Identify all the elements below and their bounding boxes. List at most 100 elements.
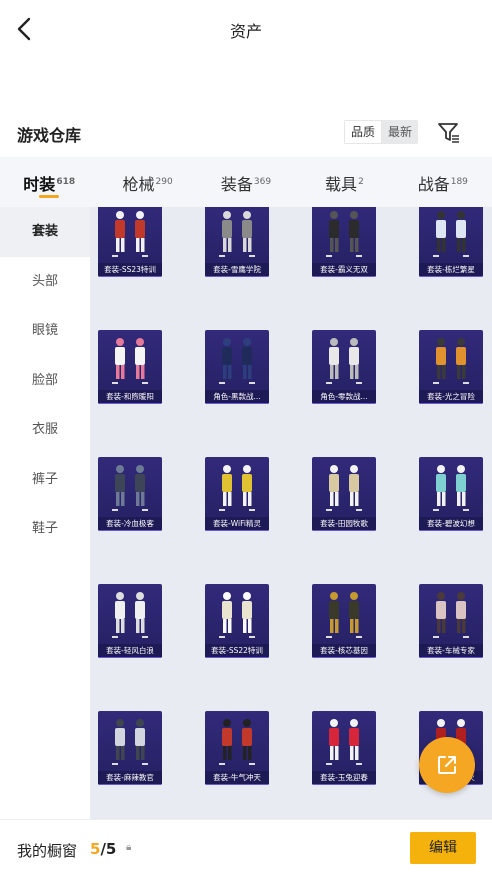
share-icon: [438, 756, 456, 774]
tab-count: 2: [358, 177, 364, 187]
tab-label: 装备: [220, 175, 253, 194]
tab-combat-gear[interactable]: 战备189: [394, 157, 492, 207]
tab-firearms[interactable]: 枪械290: [98, 157, 196, 207]
outfit-preview-icon: [112, 592, 148, 638]
item-card-label: 套装-栋烂繁星: [419, 263, 483, 277]
item-card[interactable]: 套装-霸义无双: [312, 207, 376, 277]
category-tabs: 时装618 枪械290 装备369 载具2 战备189: [0, 157, 492, 207]
item-card-label: 套装-玉兔迎春: [312, 771, 376, 785]
sort-newest-option[interactable]: 最新: [382, 120, 419, 144]
outfit-preview-icon: [326, 211, 362, 257]
item-card-accent: [312, 276, 376, 277]
sort-quality-option[interactable]: 品质: [344, 120, 383, 144]
item-card[interactable]: 角色-黑款战...: [205, 330, 269, 404]
item-card-accent: [205, 784, 269, 785]
outfit-preview-icon: [219, 465, 255, 511]
showcase-count: 5/5: [90, 840, 116, 858]
outfit-preview-icon: [112, 211, 148, 257]
item-card[interactable]: 套装-和煦暖阳: [98, 330, 162, 404]
item-card-label: 套装-麻辣教官: [98, 771, 162, 785]
outfit-preview-icon: [219, 592, 255, 638]
item-card-label: 套装-光之冒险: [419, 390, 483, 404]
item-card-label: 角色-黑款战...: [205, 390, 269, 404]
item-card-accent: [312, 657, 376, 658]
edit-button[interactable]: 编辑: [410, 832, 476, 864]
tab-count: 290: [155, 177, 173, 187]
active-tab-indicator: [39, 195, 60, 198]
tab-vehicles[interactable]: 载具2: [295, 157, 393, 207]
side-item-pants[interactable]: 裤子: [0, 455, 90, 505]
item-card[interactable]: 套装-车械专家: [419, 584, 483, 658]
outfit-preview-icon: [219, 211, 255, 257]
share-button[interactable]: [419, 737, 475, 793]
item-card[interactable]: 套装-SS23特训: [98, 207, 162, 277]
outfit-preview-icon: [326, 465, 362, 511]
side-item-clothes[interactable]: 衣服: [0, 405, 90, 455]
tab-label: 枪械: [122, 175, 155, 194]
item-grid: 套装-SS23特训 套装-雪鹰学院 套装-霸义无双 套装-栋烂繁星套装-和煦暖阳 角色-…: [98, 207, 492, 819]
outfit-preview-icon: [112, 719, 148, 765]
item-card-label: 套装-SS22特训: [205, 644, 269, 658]
item-card[interactable]: 套装-牛气冲天: [205, 711, 269, 785]
item-card-label: 角色-零款战...: [312, 390, 376, 404]
side-item-face[interactable]: 脸部: [0, 356, 90, 406]
tab-equipment[interactable]: 装备369: [197, 157, 295, 207]
item-card-label: 套装-轻风白浪: [98, 644, 162, 658]
item-card-label: 套装-田园牧歌: [312, 517, 376, 531]
showcase-total: 5: [105, 840, 117, 858]
item-card[interactable]: 套装-WiFi精灵: [205, 457, 269, 531]
item-card[interactable]: 套装-冷血极客: [98, 457, 162, 531]
item-card-label: 套装-核芯基因: [312, 644, 376, 658]
subcategory-list: 套装 头部 眼镜 脸部 衣服 裤子 鞋子: [0, 207, 90, 819]
side-item-shoes[interactable]: 鞋子: [0, 504, 90, 554]
filter-icon[interactable]: [436, 120, 462, 146]
item-card[interactable]: 套装-雪鹰学院: [205, 207, 269, 277]
outfit-preview-icon: [433, 465, 469, 511]
item-card-accent: [205, 530, 269, 531]
side-item-head[interactable]: 头部: [0, 257, 90, 307]
tab-count: 369: [253, 177, 272, 187]
item-card[interactable]: 套装-光之冒险: [419, 330, 483, 404]
item-card[interactable]: 套装-核芯基因: [312, 584, 376, 658]
item-card-accent: [205, 403, 269, 404]
item-card[interactable]: 套装-SS22特训: [205, 584, 269, 658]
item-card-accent: [419, 530, 483, 531]
item-card-label: 套装-WiFi精灵: [205, 517, 269, 531]
tab-label: 载具: [325, 175, 358, 194]
outfit-preview-icon: [219, 719, 255, 765]
item-card-accent: [205, 276, 269, 277]
item-card[interactable]: 套装-田园牧歌: [312, 457, 376, 531]
outfit-preview-icon: [433, 592, 469, 638]
item-card-accent: [312, 530, 376, 531]
tab-label: 时装: [23, 175, 56, 194]
item-card-label: 套装-SS23特训: [98, 263, 162, 277]
warehouse-title: 游戏仓库: [17, 126, 82, 145]
item-card[interactable]: 套装-麻辣教官: [98, 711, 162, 785]
side-item-outfit[interactable]: 套装: [0, 207, 90, 257]
outfit-preview-icon: [326, 338, 362, 384]
side-item-glasses[interactable]: 眼镜: [0, 306, 90, 356]
showcase-label: 我的橱窗: [17, 842, 78, 860]
top-bar: 资产: [0, 0, 492, 58]
outfit-preview-icon: [326, 719, 362, 765]
item-card-label: 套装-牛气冲天: [205, 771, 269, 785]
item-card[interactable]: 角色-零款战...: [312, 330, 376, 404]
lock-icon: 🔒︎: [126, 842, 132, 853]
item-card-accent: [98, 530, 162, 531]
item-card-accent: [312, 403, 376, 404]
item-card-label: 套装-和煦暖阳: [98, 390, 162, 404]
outfit-preview-icon: [112, 465, 148, 511]
tab-fashion[interactable]: 时装618: [0, 157, 98, 207]
outfit-preview-icon: [219, 338, 255, 384]
outfit-preview-icon: [326, 592, 362, 638]
item-card-accent: [205, 657, 269, 658]
showcase-current: 5: [90, 840, 101, 858]
item-card[interactable]: 套装-玉兔迎春: [312, 711, 376, 785]
item-card-accent: [98, 657, 162, 658]
warehouse-header: 游戏仓库 品质 最新: [0, 116, 492, 150]
item-card[interactable]: 套装-轻风白浪: [98, 584, 162, 658]
item-card[interactable]: 套装-栋烂繁星: [419, 207, 483, 277]
item-card[interactable]: 套装-碧波幻想: [419, 457, 483, 531]
item-card-label: 套装-雪鹰学院: [205, 263, 269, 277]
item-card-label: 套装-车械专家: [419, 644, 483, 658]
